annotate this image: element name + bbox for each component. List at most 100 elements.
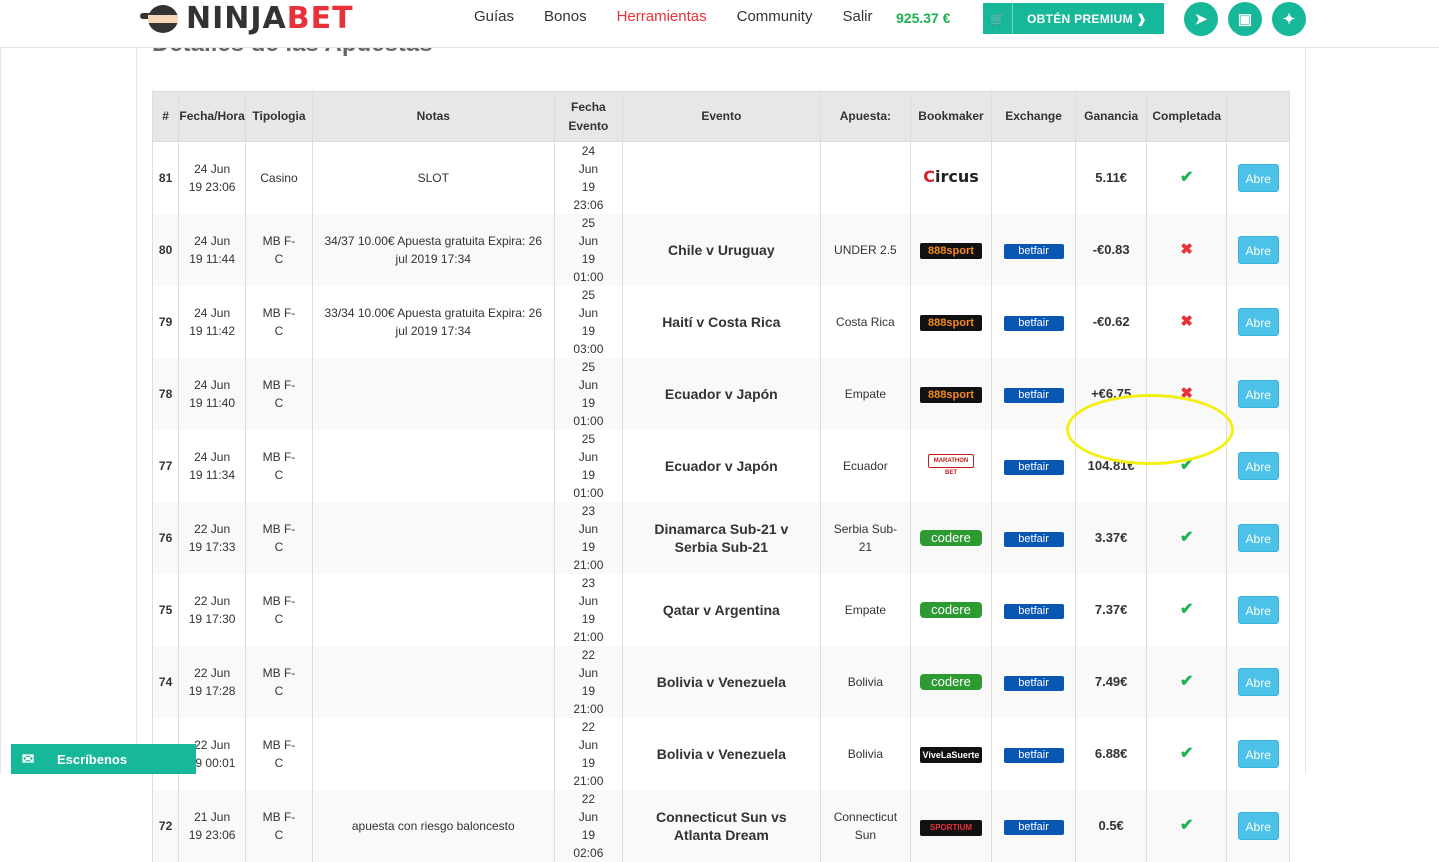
open-bet-button[interactable]: Abre: [1237, 812, 1279, 840]
open-bet-button[interactable]: Abre: [1237, 308, 1279, 336]
codere-logo: codere: [919, 674, 982, 690]
bets-table: # Fecha/Hora Tipologia Notas Fecha Evento Eve…: [151, 91, 1290, 862]
nav-item-salir[interactable]: Salir: [842, 8, 872, 25]
row-type: MB F-C: [245, 358, 313, 430]
nav-item-herramientas[interactable]: Herramientas: [617, 8, 707, 25]
table-row: 74 22 Jun 19 17:28 MB F-C 22 Jun 19 21:00 Bo…: [151, 646, 1290, 718]
row-notes: [311, 646, 555, 718]
check-icon: ✔: [1179, 457, 1194, 474]
circus-logo: Circus: [923, 167, 979, 186]
betfair-logo: betfair: [1003, 604, 1064, 619]
cross-icon: ✖: [1180, 385, 1193, 402]
row-date: 24 Jun 19 11:40: [178, 358, 247, 430]
row-bet: Empate: [819, 358, 912, 430]
row-completed: ✔: [1145, 790, 1228, 862]
row-date: 22 Jun 19 17:30: [178, 574, 247, 646]
row-action: Abre: [1226, 358, 1290, 430]
row-gain: 6.88€: [1075, 718, 1147, 790]
row-type: MB F-C: [245, 718, 313, 790]
ninjabet-logo[interactable]: NINJABET: [140, 1, 354, 36]
row-number: 77: [151, 430, 180, 502]
check-icon: ✔: [1179, 169, 1194, 186]
row-bookmaker: ViveLaSuerte: [910, 718, 992, 790]
instagram-icon[interactable]: ▣: [1228, 2, 1262, 36]
row-date: 24 Jun 19 11:34: [178, 430, 247, 502]
row-event: Qatar v Argentina: [622, 574, 821, 646]
row-completed: ✖: [1145, 286, 1228, 358]
telegram-icon[interactable]: ➤: [1184, 2, 1218, 36]
open-bet-button[interactable]: Abre: [1237, 596, 1279, 624]
nav-item-guías[interactable]: Guías: [474, 8, 514, 25]
row-bet: Costa Rica: [819, 286, 912, 358]
column-header: Fecha Evento: [553, 91, 624, 142]
chat-widget[interactable]: ✉ Escríbenos: [11, 744, 196, 774]
open-bet-button[interactable]: Abre: [1237, 236, 1279, 264]
brand-wordmark: NINJABET: [186, 1, 354, 36]
check-icon: ✔: [1179, 673, 1194, 690]
account-balance: 925.37 €: [896, 10, 951, 26]
row-exchange: betfair: [990, 718, 1077, 790]
betfair-logo: betfair: [1003, 820, 1064, 835]
row-bet: Serbia Sub-21: [819, 502, 912, 574]
get-premium-button[interactable]: 🛒 OBTÉN PREMIUM ❱: [983, 3, 1164, 34]
row-bet: Bolivia: [819, 646, 912, 718]
row-number: 72: [151, 790, 180, 862]
open-bet-button[interactable]: Abre: [1237, 164, 1279, 192]
row-event-date: 25 Jun 19 01:00: [553, 430, 624, 502]
row-bookmaker: codere: [910, 646, 992, 718]
twitter-icon[interactable]: ✦: [1272, 2, 1306, 36]
row-gain: 7.49€: [1075, 646, 1147, 718]
row-event-date: 23 Jun 19 21:00: [553, 502, 624, 574]
row-type: Casino: [245, 141, 313, 214]
row-action: Abre: [1226, 141, 1290, 214]
row-exchange: betfair: [990, 646, 1077, 718]
row-completed: ✔: [1145, 141, 1228, 214]
row-number: 75: [151, 574, 180, 646]
table-row: 80 24 Jun 19 11:44 MB F-C 34/37 10.00€ Apue…: [151, 214, 1290, 286]
row-type: MB F-C: [245, 646, 313, 718]
row-number: 76: [151, 502, 180, 574]
check-icon: ✔: [1179, 601, 1194, 618]
row-exchange: [990, 141, 1077, 214]
table-row: 7322 Jun 19 00:01MB F-C22 Jun 19 21:00Bo…: [151, 718, 1290, 790]
row-action: Abre: [1226, 502, 1290, 574]
row-date: 21 Jun 19 23:06: [178, 790, 247, 862]
row-event: Connecticut Sun vs Atlanta Dream: [622, 790, 821, 862]
row-exchange: betfair: [990, 358, 1077, 430]
nav-item-community[interactable]: Community: [737, 8, 813, 25]
row-bookmaker: codere: [910, 574, 992, 646]
betfair-logo: betfair: [1003, 532, 1064, 547]
row-bet: UNDER 2.5: [819, 214, 912, 286]
row-event-date: 23 Jun 19 21:00: [553, 574, 624, 646]
row-exchange: betfair: [990, 574, 1077, 646]
column-header: Notas: [311, 91, 555, 142]
row-exchange: betfair: [990, 286, 1077, 358]
row-event: [622, 141, 821, 214]
codere-logo: codere: [919, 530, 982, 546]
open-bet-button[interactable]: Abre: [1237, 740, 1279, 768]
open-bet-button[interactable]: Abre: [1237, 452, 1279, 480]
column-header: Completada: [1145, 91, 1228, 142]
open-bet-button[interactable]: Abre: [1237, 524, 1279, 552]
row-bookmaker: 888sport: [910, 214, 992, 286]
row-gain: -€0.62: [1075, 286, 1147, 358]
row-bookmaker: MARATHON BET: [910, 430, 992, 502]
row-type: MB F-C: [245, 430, 313, 502]
row-notes: apuesta con riesgo baloncesto: [311, 790, 555, 862]
open-bet-button[interactable]: Abre: [1237, 668, 1279, 696]
row-bookmaker: 888sport: [910, 286, 992, 358]
row-date: 22 Jun 19 17:28: [178, 646, 247, 718]
row-exchange: betfair: [990, 214, 1077, 286]
nav-item-bonos[interactable]: Bonos: [544, 8, 587, 25]
page-left-border: [0, 48, 1, 774]
envelope-icon: ✉: [21, 751, 35, 768]
row-event: Chile v Uruguay: [622, 214, 821, 286]
open-bet-button[interactable]: Abre: [1237, 380, 1279, 408]
column-header: #: [151, 91, 180, 142]
888sport-logo: 888sport: [919, 315, 982, 331]
row-date: 22 Jun 19 17:33: [178, 502, 247, 574]
row-completed: ✔: [1145, 646, 1228, 718]
row-number: 79: [151, 286, 180, 358]
column-header: Ganancia: [1075, 91, 1147, 142]
row-action: Abre: [1226, 718, 1290, 790]
